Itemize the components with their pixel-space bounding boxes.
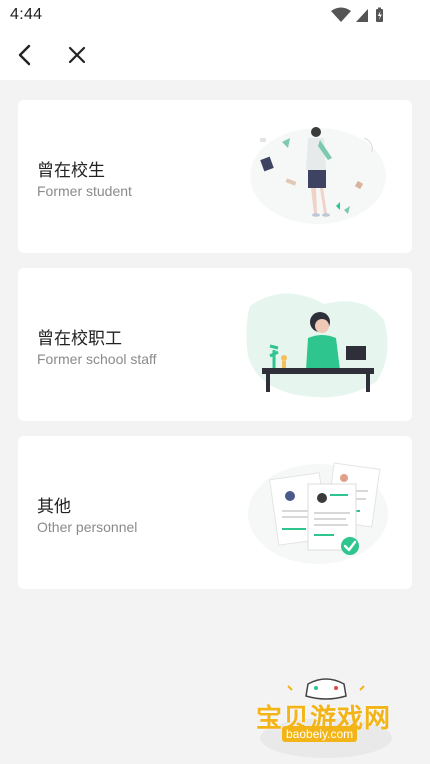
status-bar: 4:44 — [0, 0, 430, 30]
wifi-icon — [331, 7, 351, 22]
close-button[interactable] — [64, 42, 90, 68]
card-subtitle: Former student — [37, 183, 132, 199]
documents-illustration — [248, 462, 388, 564]
option-card-other[interactable]: 其他 Other personnel — [18, 436, 412, 589]
student-illustration — [250, 127, 386, 224]
watermark-url: baobeiy.com — [282, 726, 358, 742]
card-title: 其他 — [37, 497, 71, 517]
back-button[interactable] — [13, 42, 39, 68]
nav-bar — [0, 30, 430, 80]
status-time: 4:44 — [10, 6, 43, 23]
cell-signal-icon — [356, 9, 368, 22]
chevron-left-icon — [18, 44, 31, 66]
staff-illustration — [246, 293, 388, 398]
watermark-logo: 宝贝游戏网 baobeiy.com — [252, 672, 400, 762]
battery-icon — [376, 7, 383, 22]
option-card-former-student[interactable]: 曾在校生 Former student — [18, 100, 412, 253]
card-title: 曾在校生 — [37, 161, 105, 181]
card-title: 曾在校职工 — [37, 329, 122, 349]
card-subtitle: Other personnel — [37, 519, 138, 535]
option-card-former-staff[interactable]: 曾在校职工 Former school staff — [18, 268, 412, 421]
close-icon — [68, 46, 86, 64]
card-subtitle: Former school staff — [37, 351, 157, 367]
status-icons — [330, 6, 400, 29]
